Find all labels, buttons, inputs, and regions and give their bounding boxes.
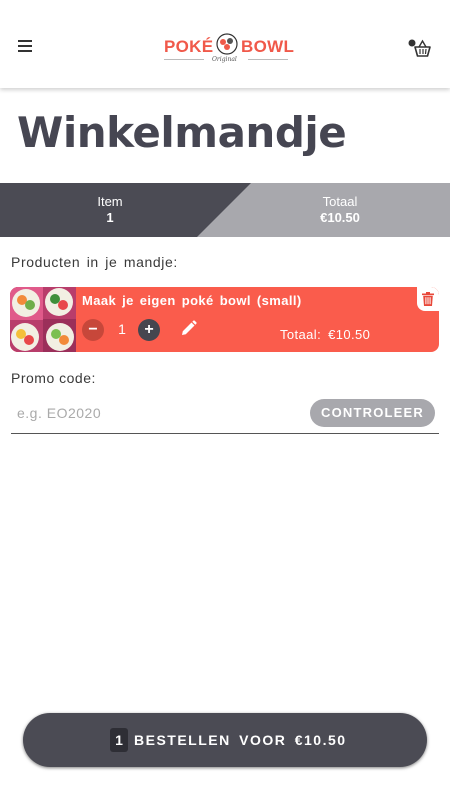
poke-bowl-image: [10, 287, 76, 352]
total-stat: Totaal €10.50: [290, 194, 390, 226]
page-title: Winkelmandje: [17, 108, 347, 157]
item-count-label: Item: [97, 194, 123, 209]
delete-item-button[interactable]: [417, 287, 439, 311]
place-order-button[interactable]: 1 BESTELLEN VOOR €10.50: [23, 713, 427, 767]
decrease-quantity-button[interactable]: −: [82, 319, 104, 341]
total-value: €10.50: [320, 210, 360, 225]
products-section-label: Producten in je mandje:: [11, 254, 178, 270]
promo-input-underline: [11, 433, 439, 434]
item-count-stat: Item 1: [60, 194, 160, 226]
order-item-count-badge: 1: [110, 728, 128, 752]
app-header: POKÉ BOWL Original: [0, 0, 450, 88]
product-name: Maak je eigen poké bowl (small): [82, 293, 302, 308]
check-promo-button[interactable]: CONTROLEER: [310, 399, 435, 427]
increase-quantity-button[interactable]: +: [138, 319, 160, 341]
pencil-edit-icon[interactable]: [180, 320, 197, 337]
logo-divider: [248, 59, 288, 60]
cart-summary-bar: Item 1 Totaal €10.50: [0, 183, 450, 237]
logo-text-right: BOWL: [241, 37, 295, 56]
logo-text-left: POKÉ: [164, 37, 214, 56]
total-label: Totaal: [322, 194, 358, 209]
item-count-value: 1: [106, 210, 114, 225]
order-button-label: BESTELLEN VOOR €10.50: [134, 732, 347, 748]
logo-divider: [164, 59, 204, 60]
product-total: Totaal: €10.50: [280, 327, 371, 342]
quantity-value: 1: [118, 321, 126, 337]
bowl-logo-icon: [216, 33, 238, 55]
promo-code-label: Promo code:: [11, 370, 96, 386]
hamburger-menu-icon[interactable]: [18, 40, 32, 52]
trash-icon: [422, 292, 434, 306]
promo-code-input[interactable]: [11, 397, 301, 429]
logo-subtitle: Original: [212, 56, 237, 63]
poke-bowl-logo[interactable]: POKÉ BOWL Original: [164, 30, 294, 64]
basket-icon[interactable]: [408, 38, 432, 58]
cart-item: Maak je eigen poké bowl (small) − 1 + To…: [10, 287, 439, 352]
